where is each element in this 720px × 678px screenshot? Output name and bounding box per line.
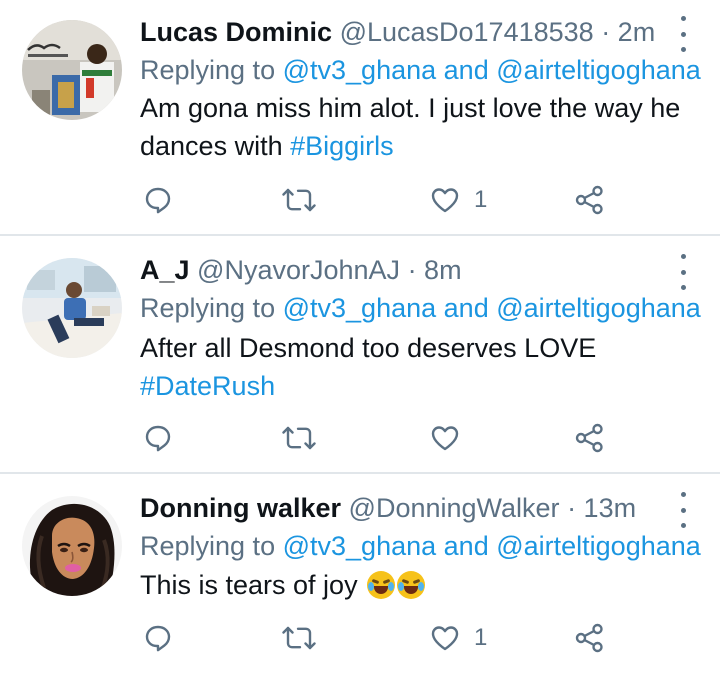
user-handle[interactable]: @LucasDo17418538: [340, 17, 594, 47]
tweet-actions: 1: [140, 620, 700, 656]
tweet-actions: 1: [140, 182, 700, 218]
mention-and[interactable]: and: [444, 531, 489, 561]
reply-button[interactable]: [144, 620, 172, 656]
more-vertical-icon[interactable]: [676, 16, 690, 52]
reply-icon: [145, 425, 171, 452]
timestamp[interactable]: · 2m: [601, 17, 655, 47]
retweet-icon: [282, 626, 316, 650]
retweet-icon: [282, 426, 316, 450]
timestamp[interactable]: · 8m: [408, 255, 462, 285]
avatar[interactable]: [22, 258, 122, 358]
retweet-button[interactable]: [282, 620, 316, 656]
heart-icon: [431, 626, 459, 651]
share-button[interactable]: [574, 620, 606, 656]
tears-of-joy-emoji: [397, 571, 426, 599]
timestamp[interactable]: · 13m: [567, 493, 636, 523]
user-handle[interactable]: @NyavorJohnAJ: [197, 255, 400, 285]
hashtag-link[interactable]: #DateRush: [140, 371, 275, 401]
tweet-header: Donning walker @DonningWalker · 13m: [140, 492, 636, 524]
mention-link[interactable]: @airteltigoghana: [496, 531, 701, 561]
reply-icon: [145, 625, 171, 652]
share-icon: [575, 623, 603, 653]
tweet[interactable]: Lucas Dominic @LucasDo17418538 · 2m Repl…: [0, 0, 720, 234]
tears-of-joy-emoji: [367, 571, 396, 599]
tweet-header: A_J @NyavorJohnAJ · 8m: [140, 254, 462, 286]
tweet-text-content: This is tears of joy: [140, 570, 358, 600]
mention-link[interactable]: @tv3_ghana: [283, 55, 437, 85]
mention-and[interactable]: and: [444, 55, 489, 85]
like-button[interactable]: [430, 420, 474, 456]
share-button[interactable]: [574, 420, 606, 456]
tweet-text-content: After all Desmond too deserves LOVE: [140, 333, 597, 363]
like-button[interactable]: 1: [430, 620, 487, 656]
hashtag-link[interactable]: #Biggirls: [290, 131, 394, 161]
replying-to-label: Replying to: [140, 293, 276, 323]
reply-icon: [145, 187, 171, 214]
tweet-header: Lucas Dominic @LucasDo17418538 · 2m: [140, 16, 655, 48]
replying-to-label: Replying to: [140, 531, 276, 561]
avatar[interactable]: [22, 496, 122, 596]
more-vertical-icon[interactable]: [676, 492, 690, 528]
more-vertical-icon[interactable]: [676, 254, 690, 290]
tweet-text: Am gona miss him alot. I just love the w…: [140, 89, 710, 165]
mention-link[interactable]: @airteltigoghana: [496, 293, 701, 323]
heart-icon: [431, 426, 459, 451]
mention-link[interactable]: @airteltigoghana: [496, 55, 701, 85]
tweet-actions: [140, 420, 700, 456]
mention-link[interactable]: @tv3_ghana: [283, 531, 437, 561]
like-count: 1: [474, 624, 488, 651]
like-count: 1: [474, 186, 488, 213]
mention-and[interactable]: and: [444, 293, 489, 323]
reply-button[interactable]: [144, 420, 172, 456]
share-icon: [575, 185, 603, 215]
replying-to-label: Replying to: [140, 55, 276, 85]
retweet-button[interactable]: [282, 182, 316, 218]
replying-to: Replying to @tv3_ghana and @airteltigogh…: [140, 292, 701, 324]
retweet-button[interactable]: [282, 420, 316, 456]
avatar[interactable]: [22, 20, 122, 120]
reply-button[interactable]: [144, 182, 172, 218]
tweet-text-content: Am gona miss him alot. I just love the w…: [140, 93, 681, 161]
share-button[interactable]: [574, 182, 606, 218]
mention-link[interactable]: @tv3_ghana: [283, 293, 437, 323]
user-handle[interactable]: @DonningWalker: [349, 493, 560, 523]
display-name[interactable]: A_J: [140, 255, 190, 285]
share-icon: [575, 423, 603, 453]
replying-to: Replying to @tv3_ghana and @airteltigogh…: [140, 530, 701, 562]
replying-to: Replying to @tv3_ghana and @airteltigogh…: [140, 54, 701, 86]
heart-icon: [431, 188, 459, 213]
tweet-text: After all Desmond too deserves LOVE #Dat…: [140, 329, 640, 405]
display-name[interactable]: Lucas Dominic: [140, 17, 332, 47]
retweet-icon: [282, 188, 316, 212]
tweet[interactable]: Donning walker @DonningWalker · 13m Repl…: [0, 474, 720, 678]
display-name[interactable]: Donning walker: [140, 493, 341, 523]
tweet[interactable]: A_J @NyavorJohnAJ · 8m Replying to @tv3_…: [0, 236, 720, 472]
tweet-text: This is tears of joy: [140, 566, 710, 604]
like-button[interactable]: 1: [430, 182, 487, 218]
